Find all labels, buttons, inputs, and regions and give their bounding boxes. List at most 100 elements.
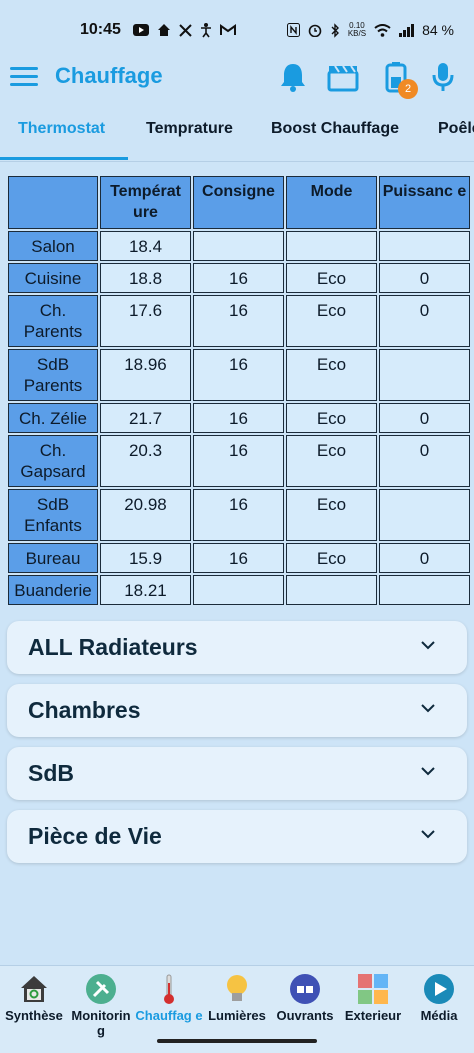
chevron-down-icon — [421, 641, 435, 650]
cell-puissance — [379, 349, 470, 401]
cell-temp: 18.96 — [100, 349, 191, 401]
cell-puissance: 0 — [379, 295, 470, 347]
cell-puissance: 0 — [379, 543, 470, 573]
cell-consigne: 16 — [193, 295, 284, 347]
battery-device-icon[interactable]: 2 — [378, 59, 418, 99]
cell-temp: 15.9 — [100, 543, 191, 573]
cell-puissance — [379, 575, 470, 605]
clapperboard-icon[interactable] — [325, 59, 361, 95]
nav-monitoring[interactable]: Monitorin g — [67, 972, 135, 1038]
nav-label: Monitorin g — [71, 1008, 131, 1038]
table-row: Ch. Parents 17.6 16 Eco 0 — [8, 295, 470, 347]
cell-temp: 20.98 — [100, 489, 191, 541]
chevron-down-icon — [421, 830, 435, 839]
microphone-icon[interactable] — [425, 59, 461, 95]
tab-bar: Thermostat Temprature Boost Chauffage Po… — [0, 108, 474, 162]
lightbulb-icon — [227, 975, 247, 1001]
table-row: Salon 18.4 — [8, 231, 470, 261]
cell-mode — [286, 231, 377, 261]
nav-chauffage[interactable]: Chauffag e — [135, 972, 203, 1023]
cell-consigne: 16 — [193, 263, 284, 293]
cell-room: SdB Parents — [8, 349, 98, 401]
nav-label: Synthèse — [5, 1008, 63, 1023]
header-consigne: Consigne — [193, 176, 284, 229]
cell-puissance — [379, 489, 470, 541]
thermometer-icon — [164, 974, 174, 1004]
nav-label: Lumières — [208, 1008, 266, 1023]
nav-synthese[interactable]: Synthèse — [0, 972, 68, 1023]
cell-mode: Eco — [286, 295, 377, 347]
accordion-sdb[interactable]: SdB — [7, 747, 467, 800]
menu-icon[interactable] — [10, 67, 38, 87]
cell-puissance — [379, 231, 470, 261]
accordion-chambres[interactable]: Chambres — [7, 684, 467, 737]
nav-label: Chauffag e — [135, 1008, 203, 1023]
cell-consigne — [193, 231, 284, 261]
cell-mode: Eco — [286, 435, 377, 487]
cell-consigne: 16 — [193, 543, 284, 573]
nav-lumieres[interactable]: Lumières — [203, 972, 271, 1023]
thermostat-table: Températ ure Consigne Mode Puissanc e Sa… — [6, 174, 472, 607]
table-row: SdB Parents 18.96 16 Eco — [8, 349, 470, 401]
cell-puissance: 0 — [379, 403, 470, 433]
cell-mode: Eco — [286, 263, 377, 293]
status-bar: 10:45 0.10 KB/S 84 % — [0, 0, 474, 60]
cell-mode — [286, 575, 377, 605]
cell-mode: Eco — [286, 403, 377, 433]
header-mode: Mode — [286, 176, 377, 229]
x-icon — [179, 23, 192, 37]
tab-thermostat[interactable]: Thermostat — [18, 120, 105, 138]
wifi-icon — [374, 23, 391, 37]
cell-room: Bureau — [8, 543, 98, 573]
header-temperature: Températ ure — [100, 176, 191, 229]
cell-room: Ch. Gapsard — [8, 435, 98, 487]
status-time: 10:45 — [80, 21, 121, 38]
cell-mode: Eco — [286, 543, 377, 573]
home-notif-icon — [157, 24, 170, 36]
accordion-piece-de-vie[interactable]: Pièce de Vie — [7, 810, 467, 863]
house-icon — [21, 976, 47, 1002]
header-room — [8, 176, 98, 229]
battery-level: 84 % — [422, 22, 454, 38]
gmail-icon — [219, 24, 236, 35]
cell-puissance: 0 — [379, 435, 470, 487]
cell-room: Ch. Parents — [8, 295, 98, 347]
nav-ouvrants[interactable]: Ouvrants — [271, 972, 339, 1023]
youtube-icon — [132, 24, 149, 36]
tab-boost-chauffage[interactable]: Boost Chauffage — [271, 120, 399, 138]
cell-consigne — [193, 575, 284, 605]
cell-room: SdB Enfants — [8, 489, 98, 541]
accordion-label: Pièce de Vie — [28, 823, 162, 849]
cell-room: Salon — [8, 231, 98, 261]
page-title: Chauffage — [55, 63, 163, 88]
net-speed: 0.10 KB/S — [347, 21, 367, 38]
chevron-down-icon — [421, 767, 435, 776]
table-header-row: Températ ure Consigne Mode Puissanc e — [8, 176, 470, 229]
table-row: Bureau 15.9 16 Eco 0 — [8, 543, 470, 573]
notification-badge: 2 — [398, 79, 418, 99]
cell-temp: 18.8 — [100, 263, 191, 293]
cell-mode: Eco — [286, 349, 377, 401]
header-puissance: Puissanc e — [379, 176, 470, 229]
nav-label: Exterieur — [344, 1008, 402, 1023]
accordion-label: SdB — [28, 760, 74, 786]
alarm-icon — [308, 24, 322, 37]
accordion-label: ALL Radiateurs — [28, 634, 198, 660]
tab-temprature[interactable]: Temprature — [146, 120, 233, 138]
cell-consigne: 16 — [193, 349, 284, 401]
cell-consigne: 16 — [193, 435, 284, 487]
cell-consigne: 16 — [193, 489, 284, 541]
tab-poele[interactable]: Poêle — [438, 120, 474, 138]
table-row: SdB Enfants 20.98 16 Eco — [8, 489, 470, 541]
accordion-all-radiateurs[interactable]: ALL Radiateurs — [7, 621, 467, 674]
home-indicator — [157, 1039, 317, 1043]
bell-icon[interactable] — [275, 59, 311, 95]
nav-media[interactable]: Média — [405, 972, 473, 1023]
table-row: Ch. Zélie 21.7 16 Eco 0 — [8, 403, 470, 433]
table-row: Cuisine 18.8 16 Eco 0 — [8, 263, 470, 293]
cell-consigne: 16 — [193, 403, 284, 433]
app-bar: Chauffage 2 — [0, 55, 474, 99]
tab-indicator — [0, 157, 128, 160]
cell-puissance: 0 — [379, 263, 470, 293]
nav-exterieur[interactable]: Exterieur — [339, 972, 407, 1023]
